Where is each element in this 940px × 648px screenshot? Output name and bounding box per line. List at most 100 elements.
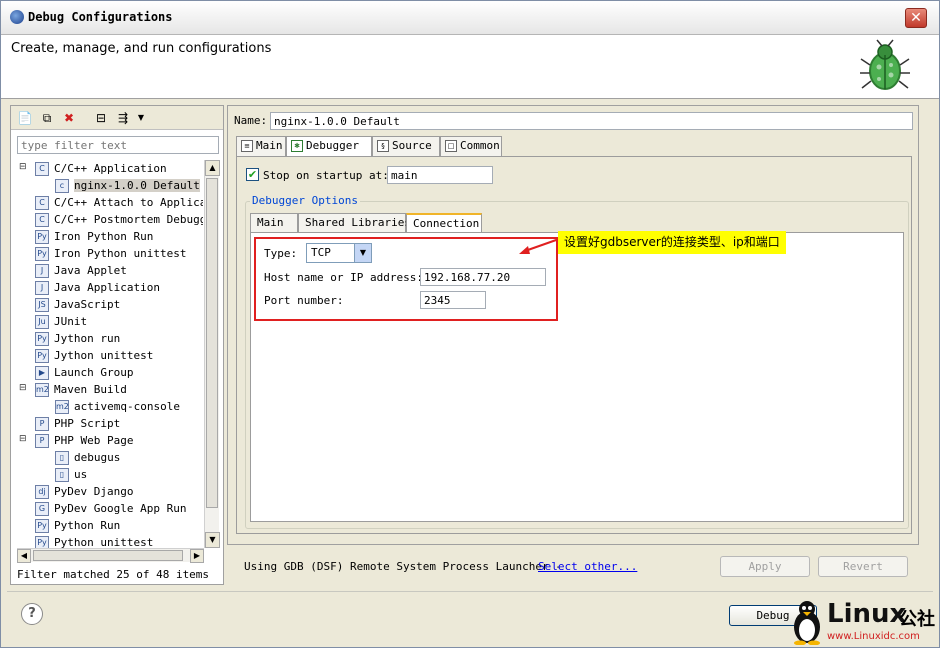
eclipse-icon [10, 10, 24, 24]
tree-horizontal-scrollbar[interactable]: ◀ ▶ [17, 548, 204, 563]
launch-type-icon: G [35, 502, 49, 516]
help-icon[interactable]: ? [21, 603, 43, 625]
tree-item-label: activemq-console [74, 400, 180, 413]
chevron-down-icon[interactable]: ▼ [354, 244, 371, 262]
apply-button[interactable]: Apply [720, 556, 810, 577]
tree-expander-icon[interactable]: ⊟ [19, 162, 27, 172]
subtab-main[interactable]: Main [250, 213, 298, 232]
tab-source[interactable]: § Source [372, 136, 440, 156]
tree-item[interactable]: ▯ us [55, 466, 87, 483]
delete-icon[interactable]: ✖ [61, 110, 77, 126]
tree-item-label: Java Application [54, 281, 160, 294]
tree-item-label: Launch Group [54, 366, 134, 379]
type-label: Type: [264, 247, 298, 260]
tree-item[interactable]: C C/C++ Application [35, 160, 167, 177]
tree-expander-icon[interactable]: ⊟ [19, 434, 27, 444]
tree-item-label: Maven Build [54, 383, 127, 396]
watermark-logo: Linux 公社 www.Linuxidc.com [787, 597, 939, 647]
tree-item[interactable]: J Java Applet [35, 262, 127, 279]
tree-item-label: Iron Python unittest [54, 247, 187, 260]
tree-item-label: PyDev Google App Run [54, 502, 187, 515]
tree-item[interactable]: Py Python unittest [35, 534, 153, 548]
launch-type-icon: dj [35, 485, 49, 499]
tree-item-label: Python Run [54, 519, 121, 532]
port-label: Port number: [264, 294, 344, 307]
window-title: Debug Configurations [28, 10, 173, 24]
tree-item[interactable]: Ju JUnit [35, 313, 87, 330]
tree-item[interactable]: Py Python Run [35, 517, 120, 534]
launch-type-icon: P [35, 417, 49, 431]
filter-icon[interactable]: ⇶ [115, 110, 131, 126]
launch-type-icon: ▯ [55, 468, 69, 482]
duplicate-icon[interactable]: ⧉ [39, 110, 55, 126]
source-tab-icon: § [377, 140, 389, 152]
tree-item[interactable]: P PHP Web Page [35, 432, 133, 449]
launch-type-icon: Py [35, 230, 49, 244]
collapse-all-icon[interactable]: ⊟ [93, 110, 109, 126]
tree-item[interactable]: P PHP Script [35, 415, 120, 432]
debugger-tab-icon: ✱ [291, 140, 303, 152]
filter-menu-chevron-icon[interactable]: ▼ [133, 110, 149, 126]
tree-item[interactable]: Py Jython run [35, 330, 120, 347]
filter-input[interactable] [17, 136, 219, 154]
tree-item[interactable]: ▯ debugus [55, 449, 120, 466]
name-input[interactable] [270, 112, 913, 130]
tree-item-label: Python unittest [54, 536, 154, 548]
tree-item[interactable]: Py Iron Python Run [35, 228, 153, 245]
tree-item[interactable]: JS JavaScript [35, 296, 120, 313]
type-select[interactable]: TCP ▼ [306, 243, 372, 263]
scrollbar-thumb[interactable] [33, 550, 183, 561]
tree-item-selected[interactable]: c nginx-1.0.0 Default [55, 177, 200, 194]
tree-item-label: Iron Python Run [54, 230, 154, 243]
tree-expander-icon[interactable]: ⊟ [19, 383, 27, 393]
scrollbar-thumb[interactable] [206, 178, 218, 508]
tree-item[interactable]: Py Iron Python unittest [35, 245, 186, 262]
scroll-right-icon[interactable]: ▶ [190, 549, 204, 563]
tree-toolbar: 📄 ⧉ ✖ ⊟ ⇶ ▼ [11, 106, 223, 130]
tab-main[interactable]: ≡ Main [236, 136, 286, 156]
tree-item-label: JUnit [54, 315, 88, 328]
tree-item[interactable]: m2 Maven Build [35, 381, 127, 398]
tree-item[interactable]: dj PyDev Django [35, 483, 133, 500]
subtab-shared-libraries[interactable]: Shared Libraries [298, 213, 411, 232]
launcher-text: Using GDB (DSF) Remote System Process La… [244, 560, 562, 573]
tree-item[interactable]: Py Jython unittest [35, 347, 153, 364]
filter-status: Filter matched 25 of 48 items [17, 568, 210, 581]
watermark-cjk: 公社 [899, 609, 935, 630]
launch-type-icon: c [55, 179, 69, 193]
tree-item-label: nginx-1.0.0 Default [74, 179, 200, 192]
tree-item[interactable]: G PyDev Google App Run [35, 500, 186, 517]
launch-type-icon: J [35, 264, 49, 278]
launch-type-icon: ▶ [35, 366, 49, 380]
tree-item[interactable]: m2 activemq-console [55, 398, 180, 415]
scroll-left-icon[interactable]: ◀ [17, 549, 31, 563]
tree-item[interactable]: ▶ Launch Group [35, 364, 133, 381]
stop-on-startup-input[interactable] [387, 166, 493, 184]
watermark-text: Linux [827, 599, 907, 629]
configuration-tree-panel: 📄 ⧉ ✖ ⊟ ⇶ ▼ C C/C++ Application ⊟ c nginx-1.… [10, 105, 224, 585]
tree-item-label: us [74, 468, 88, 481]
tree-vertical-scrollbar[interactable]: ▲ ▼ [204, 160, 220, 548]
scroll-down-icon[interactable]: ▼ [205, 532, 220, 548]
host-input[interactable] [420, 268, 546, 286]
launch-type-icon: Py [35, 349, 49, 363]
stop-on-startup-checkbox[interactable]: ✔ [246, 168, 259, 181]
tab-common[interactable]: □ Common [440, 136, 502, 156]
tree-item[interactable]: J Java Application [35, 279, 160, 296]
port-input[interactable] [420, 291, 486, 309]
revert-button[interactable]: Revert [818, 556, 908, 577]
debug-configurations-window: Debug Configurations ✕ Create, manage, a… [0, 0, 940, 648]
subtab-connection[interactable]: Connection [406, 213, 482, 233]
tab-debugger[interactable]: ✱ Debugger [286, 136, 372, 157]
scroll-up-icon[interactable]: ▲ [205, 160, 220, 176]
dialog-header: Create, manage, and run configurations [1, 35, 939, 99]
select-other-link[interactable]: Select other... [538, 560, 637, 573]
launch-type-icon: C [35, 213, 49, 227]
new-configuration-icon[interactable]: 📄 [17, 110, 33, 126]
launch-type-icon: Py [35, 536, 49, 548]
launch-type-icon: P [35, 434, 49, 448]
tree-item[interactable]: C C/C++ Postmortem Debugge [35, 211, 203, 228]
tree-item[interactable]: C C/C++ Attach to Applicat [35, 194, 203, 211]
header-description: Create, manage, and run configurations [11, 41, 272, 56]
close-button[interactable]: ✕ [905, 8, 927, 28]
